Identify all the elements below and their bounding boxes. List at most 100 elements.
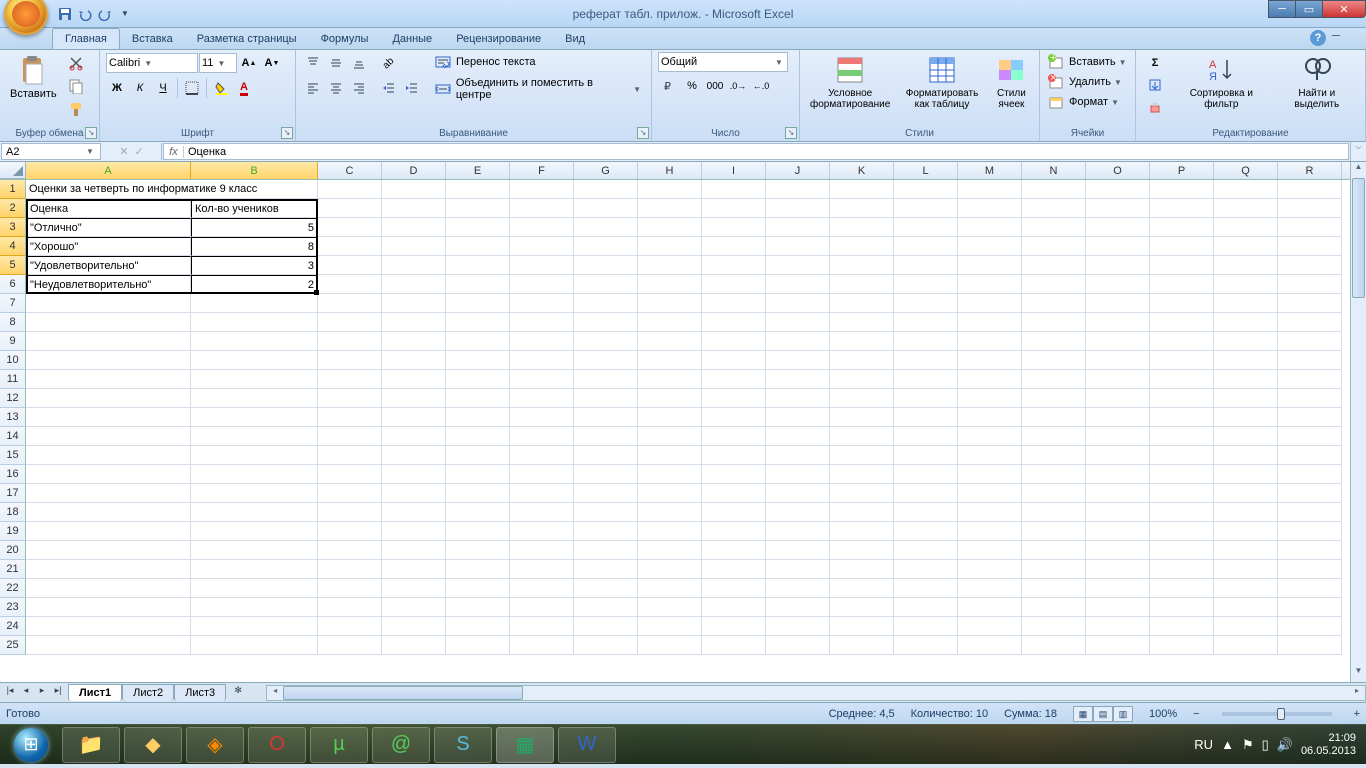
cell[interactable] xyxy=(894,313,958,332)
new-sheet-icon[interactable]: ✻ xyxy=(230,685,246,701)
cell[interactable] xyxy=(894,332,958,351)
cell[interactable] xyxy=(446,180,510,199)
tab-home[interactable]: Главная xyxy=(52,28,120,49)
cell[interactable] xyxy=(191,503,318,522)
cell[interactable] xyxy=(26,427,191,446)
cell[interactable] xyxy=(318,465,382,484)
row-header[interactable]: 4 xyxy=(0,237,26,256)
cell[interactable] xyxy=(1150,636,1214,655)
tab-view[interactable]: Вид xyxy=(553,29,597,49)
cell[interactable] xyxy=(638,503,702,522)
cell[interactable] xyxy=(26,370,191,389)
cell[interactable] xyxy=(1214,503,1278,522)
cell[interactable] xyxy=(510,408,574,427)
cell[interactable] xyxy=(766,598,830,617)
cell[interactable] xyxy=(1214,579,1278,598)
cell[interactable] xyxy=(1022,636,1086,655)
sheet-tab[interactable]: Лист3 xyxy=(174,684,226,701)
cell[interactable] xyxy=(26,484,191,503)
cell[interactable] xyxy=(830,275,894,294)
expand-formula-icon[interactable]: ⌵ xyxy=(1350,142,1366,161)
wrap-text-button[interactable]: Перенос текста xyxy=(433,52,645,72)
cell[interactable]: 3 xyxy=(191,256,318,275)
hscroll-thumb[interactable] xyxy=(283,686,523,700)
cell[interactable] xyxy=(446,237,510,256)
cell[interactable] xyxy=(1214,636,1278,655)
cell[interactable] xyxy=(638,237,702,256)
cell[interactable] xyxy=(446,503,510,522)
insert-cells-button[interactable]: +Вставить▼ xyxy=(1046,52,1131,72)
cell[interactable] xyxy=(510,484,574,503)
tab-formulas[interactable]: Формулы xyxy=(309,29,381,49)
row-header[interactable]: 11 xyxy=(0,370,26,389)
cell[interactable] xyxy=(26,522,191,541)
cell[interactable] xyxy=(1150,408,1214,427)
vscroll-thumb[interactable] xyxy=(1352,178,1365,298)
cell[interactable] xyxy=(574,484,638,503)
cell[interactable] xyxy=(702,275,766,294)
cell[interactable] xyxy=(191,294,318,313)
cell[interactable] xyxy=(574,180,638,199)
cell[interactable] xyxy=(702,579,766,598)
cell[interactable] xyxy=(191,617,318,636)
cell[interactable] xyxy=(958,636,1022,655)
cell[interactable] xyxy=(638,560,702,579)
row-header[interactable]: 13 xyxy=(0,408,26,427)
underline-icon[interactable]: Ч xyxy=(152,77,174,99)
cell[interactable] xyxy=(510,446,574,465)
cell[interactable] xyxy=(510,199,574,218)
cell[interactable] xyxy=(1022,256,1086,275)
row-header[interactable]: 16 xyxy=(0,465,26,484)
page-layout-view-icon[interactable]: ▤ xyxy=(1093,706,1113,722)
enter-formula-icon[interactable]: ✓ xyxy=(135,145,144,158)
cell[interactable] xyxy=(1022,408,1086,427)
cell[interactable] xyxy=(830,313,894,332)
cell[interactable] xyxy=(958,275,1022,294)
cell[interactable] xyxy=(766,180,830,199)
alignment-dialog-icon[interactable]: ↘ xyxy=(637,127,649,139)
cell[interactable] xyxy=(894,370,958,389)
first-sheet-icon[interactable]: |◂ xyxy=(2,685,18,701)
cell[interactable] xyxy=(510,636,574,655)
taskbar-mail-icon[interactable]: @ xyxy=(372,727,430,763)
cell[interactable] xyxy=(638,256,702,275)
cell[interactable] xyxy=(318,389,382,408)
cell[interactable] xyxy=(510,294,574,313)
cell[interactable] xyxy=(766,427,830,446)
cell[interactable] xyxy=(1022,579,1086,598)
cell[interactable] xyxy=(382,351,446,370)
cell[interactable] xyxy=(1214,199,1278,218)
conditional-formatting-button[interactable]: Условное форматирование xyxy=(806,52,894,112)
cell[interactable] xyxy=(830,332,894,351)
cell[interactable] xyxy=(574,351,638,370)
cell[interactable] xyxy=(1086,503,1150,522)
cell[interactable] xyxy=(894,237,958,256)
help-icon[interactable]: ? xyxy=(1310,30,1326,46)
cell[interactable] xyxy=(382,180,446,199)
cell[interactable] xyxy=(26,579,191,598)
cell[interactable] xyxy=(1150,256,1214,275)
cell[interactable] xyxy=(830,389,894,408)
cell[interactable] xyxy=(574,446,638,465)
cell[interactable] xyxy=(1022,351,1086,370)
cell[interactable] xyxy=(446,636,510,655)
cell[interactable] xyxy=(958,180,1022,199)
cell[interactable] xyxy=(1086,484,1150,503)
cell[interactable] xyxy=(1278,484,1342,503)
row-header[interactable]: 19 xyxy=(0,522,26,541)
cell[interactable] xyxy=(574,389,638,408)
cell[interactable] xyxy=(191,351,318,370)
cell[interactable] xyxy=(1278,560,1342,579)
cell[interactable] xyxy=(958,332,1022,351)
cell[interactable] xyxy=(1214,427,1278,446)
cell[interactable] xyxy=(1150,332,1214,351)
row-header[interactable]: 18 xyxy=(0,503,26,522)
cell[interactable] xyxy=(446,579,510,598)
cell[interactable]: "Хорошо" xyxy=(26,237,191,256)
cell[interactable] xyxy=(1086,465,1150,484)
fill-icon[interactable] xyxy=(1142,74,1168,96)
cell[interactable] xyxy=(382,579,446,598)
zoom-level[interactable]: 100% xyxy=(1149,708,1177,720)
cell[interactable] xyxy=(574,275,638,294)
taskbar-explorer-icon[interactable]: 📁 xyxy=(62,727,120,763)
